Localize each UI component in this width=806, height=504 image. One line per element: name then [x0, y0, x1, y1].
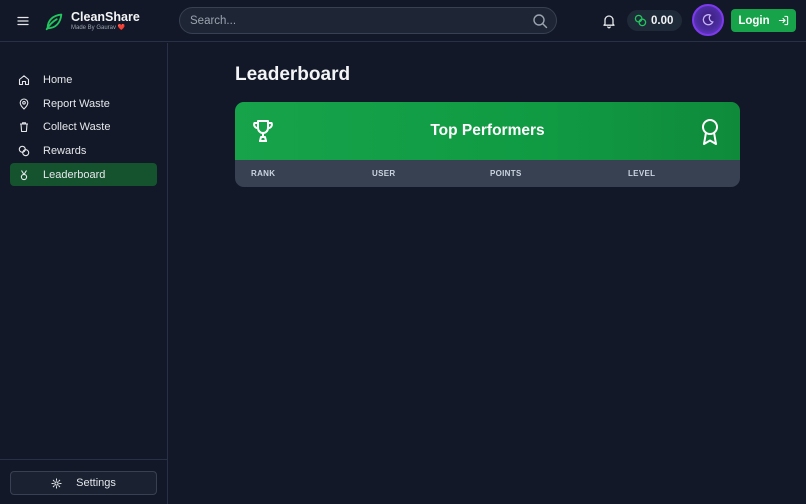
sidebar-item-label: Collect Waste	[43, 120, 111, 133]
leaderboard-card: Top Performers RANK USER POINTS LEVEL	[235, 102, 740, 187]
menu-icon[interactable]	[14, 12, 32, 30]
sidebar-item-leaderboard[interactable]: Leaderboard	[10, 163, 157, 186]
medal-icon	[20, 169, 28, 180]
trash-icon	[20, 121, 28, 132]
card-title: Top Performers	[430, 122, 545, 139]
sidebar-item-collect-waste[interactable]: Collect Waste	[10, 115, 157, 138]
sidebar-item-rewards[interactable]: Rewards	[10, 139, 157, 162]
page-title: Leaderboard	[235, 64, 351, 85]
sidebar-item-label: Home	[43, 73, 73, 86]
bell-icon[interactable]	[601, 13, 617, 29]
leaf-icon	[45, 13, 63, 31]
login-label: Login	[738, 14, 770, 27]
column-header-points: POINTS	[490, 169, 522, 178]
avatar[interactable]	[692, 4, 724, 36]
sidebar-item-label: Rewards	[43, 144, 87, 157]
sidebar-item-label: Leaderboard	[43, 168, 106, 181]
column-header-user: USER	[372, 169, 396, 178]
coins-icon	[18, 145, 30, 156]
sidebar-item-home[interactable]: Home	[10, 68, 157, 91]
trophy-icon	[253, 120, 273, 142]
brand-name: CleanShare	[71, 9, 140, 24]
column-header-rank: RANK	[251, 169, 276, 178]
login-icon	[778, 15, 788, 26]
settings-label: Settings	[76, 477, 116, 489]
login-button[interactable]: Login	[731, 9, 796, 32]
card-header: Top Performers	[235, 102, 740, 160]
settings-button[interactable]: Settings	[10, 471, 157, 495]
home-icon	[18, 74, 30, 85]
sidebar-item-label: Report Waste	[43, 97, 110, 110]
coins-icon	[634, 14, 647, 27]
top-bar: CleanShare Made By Gaurav ❤️ 0.00 Login	[0, 0, 806, 42]
balance-display[interactable]: 0.00	[627, 10, 682, 31]
moon-icon	[702, 14, 714, 26]
search-input[interactable]	[180, 14, 532, 27]
map-pin-icon	[19, 97, 29, 110]
gear-icon	[51, 477, 62, 489]
sidebar-item-report-waste[interactable]: Report Waste	[10, 92, 157, 115]
search-bar	[179, 7, 557, 34]
balance-value: 0.00	[651, 14, 674, 27]
award-icon	[702, 119, 718, 145]
column-header-level: LEVEL	[628, 169, 656, 178]
brand-subtitle: Made By Gaurav ❤️	[71, 25, 126, 32]
table-header: RANK USER POINTS LEVEL	[235, 160, 740, 187]
search-icon[interactable]	[532, 13, 548, 29]
brand-logo[interactable]: CleanShare Made By Gaurav ❤️	[43, 8, 140, 34]
sidebar: Home Report Waste Collect Waste Rewards …	[0, 43, 168, 504]
sidebar-footer: Settings	[0, 459, 167, 504]
